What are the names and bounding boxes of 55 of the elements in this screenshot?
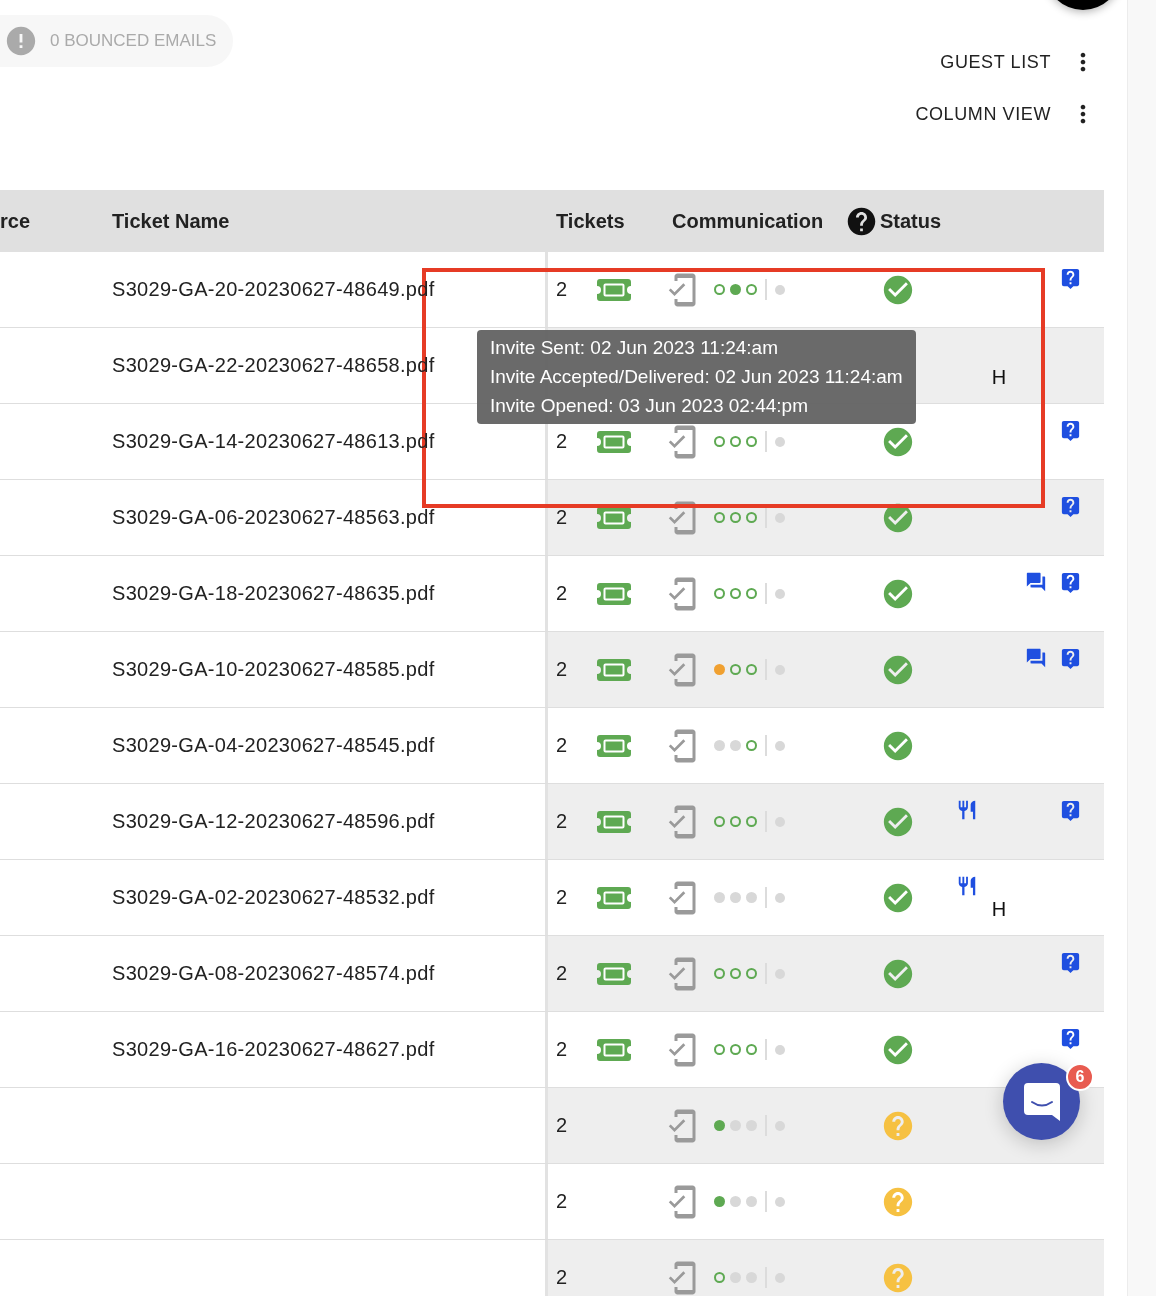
chat-icon[interactable]: [1025, 647, 1047, 669]
ticket-count: 2: [555, 1266, 568, 1289]
ticket-icon: [597, 886, 631, 909]
ticket-count: 2: [555, 962, 568, 985]
status-dot: [775, 892, 785, 903]
tooltip-line: Invite Opened: 03 Jun 2023 02:44:pm: [490, 394, 809, 418]
ticket-name: S3029-GA-02-20230627-48532.pdf: [111, 886, 435, 909]
status-dot: [775, 436, 785, 447]
hotel-mark: H: [991, 366, 1007, 389]
ticket-count: 2: [555, 1190, 568, 1213]
ticket-icon: [597, 810, 631, 833]
ticket-count: 2: [555, 734, 568, 757]
column-header: Ticket Name: [111, 209, 231, 233]
chat-icon[interactable]: [1025, 571, 1047, 593]
ticket-name: S3029-GA-18-20230627-48635.pdf: [111, 582, 435, 605]
status-dot: [775, 284, 785, 295]
ticket-icon: [597, 582, 631, 605]
ticket-icon: [597, 506, 631, 529]
ticket-icon: [597, 962, 631, 985]
ticket-count: 2: [555, 582, 568, 605]
ticket-name: S3029-GA-12-20230627-48596.pdf: [111, 810, 435, 833]
ticket-name: S3029-GA-04-20230627-48545.pdf: [111, 734, 435, 757]
status-dot: [775, 1044, 785, 1055]
ticket-count: 2: [555, 886, 568, 909]
ticket-count: 2: [555, 658, 568, 681]
hotel-mark: H: [991, 898, 1007, 921]
column-header: rce: [0, 209, 32, 233]
status-dot: [775, 740, 785, 751]
tooltip-line: Invite Accepted/Delivered: 02 Jun 2023 11:24:am: [490, 365, 903, 389]
chat-bubble-icon: [1023, 1082, 1060, 1121]
ticket-count: 2: [555, 430, 568, 453]
menu-button[interactable]: COLUMN VIEW: [915, 103, 1051, 125]
alert-icon: [4, 24, 38, 58]
ticket-icon: [597, 430, 631, 453]
ticket-icon: [597, 658, 631, 681]
ticket-count: 2: [555, 278, 568, 301]
ticket-count: 2: [555, 1038, 568, 1061]
ticket-icon: [597, 1038, 631, 1061]
column-header: Communication: [672, 209, 824, 233]
tooltip-line: Invite Sent: 02 Jun 2023 11:24:am: [490, 336, 779, 360]
ticket-icon: [597, 734, 631, 757]
status-dot: [775, 1196, 785, 1207]
ticket-name: S3029-GA-08-20230627-48574.pdf: [111, 962, 435, 985]
ticket-icon: [597, 278, 631, 301]
menu-button[interactable]: GUEST LIST: [940, 51, 1051, 73]
ticket-name: S3029-GA-10-20230627-48585.pdf: [111, 658, 435, 681]
ticket-name: S3029-GA-16-20230627-48627.pdf: [111, 1038, 435, 1061]
column-header: Tickets: [555, 209, 626, 233]
ticket-count: 2: [555, 810, 568, 833]
ticket-count: 2: [555, 1114, 568, 1137]
column-header: Status: [879, 209, 943, 233]
ticket-count: 2: [555, 506, 568, 529]
ticket-name: S3029-GA-06-20230627-48563.pdf: [111, 506, 435, 529]
status-dot: [775, 588, 785, 599]
bounced-emails-label: 0 BOUNCED EMAILS: [50, 31, 217, 51]
